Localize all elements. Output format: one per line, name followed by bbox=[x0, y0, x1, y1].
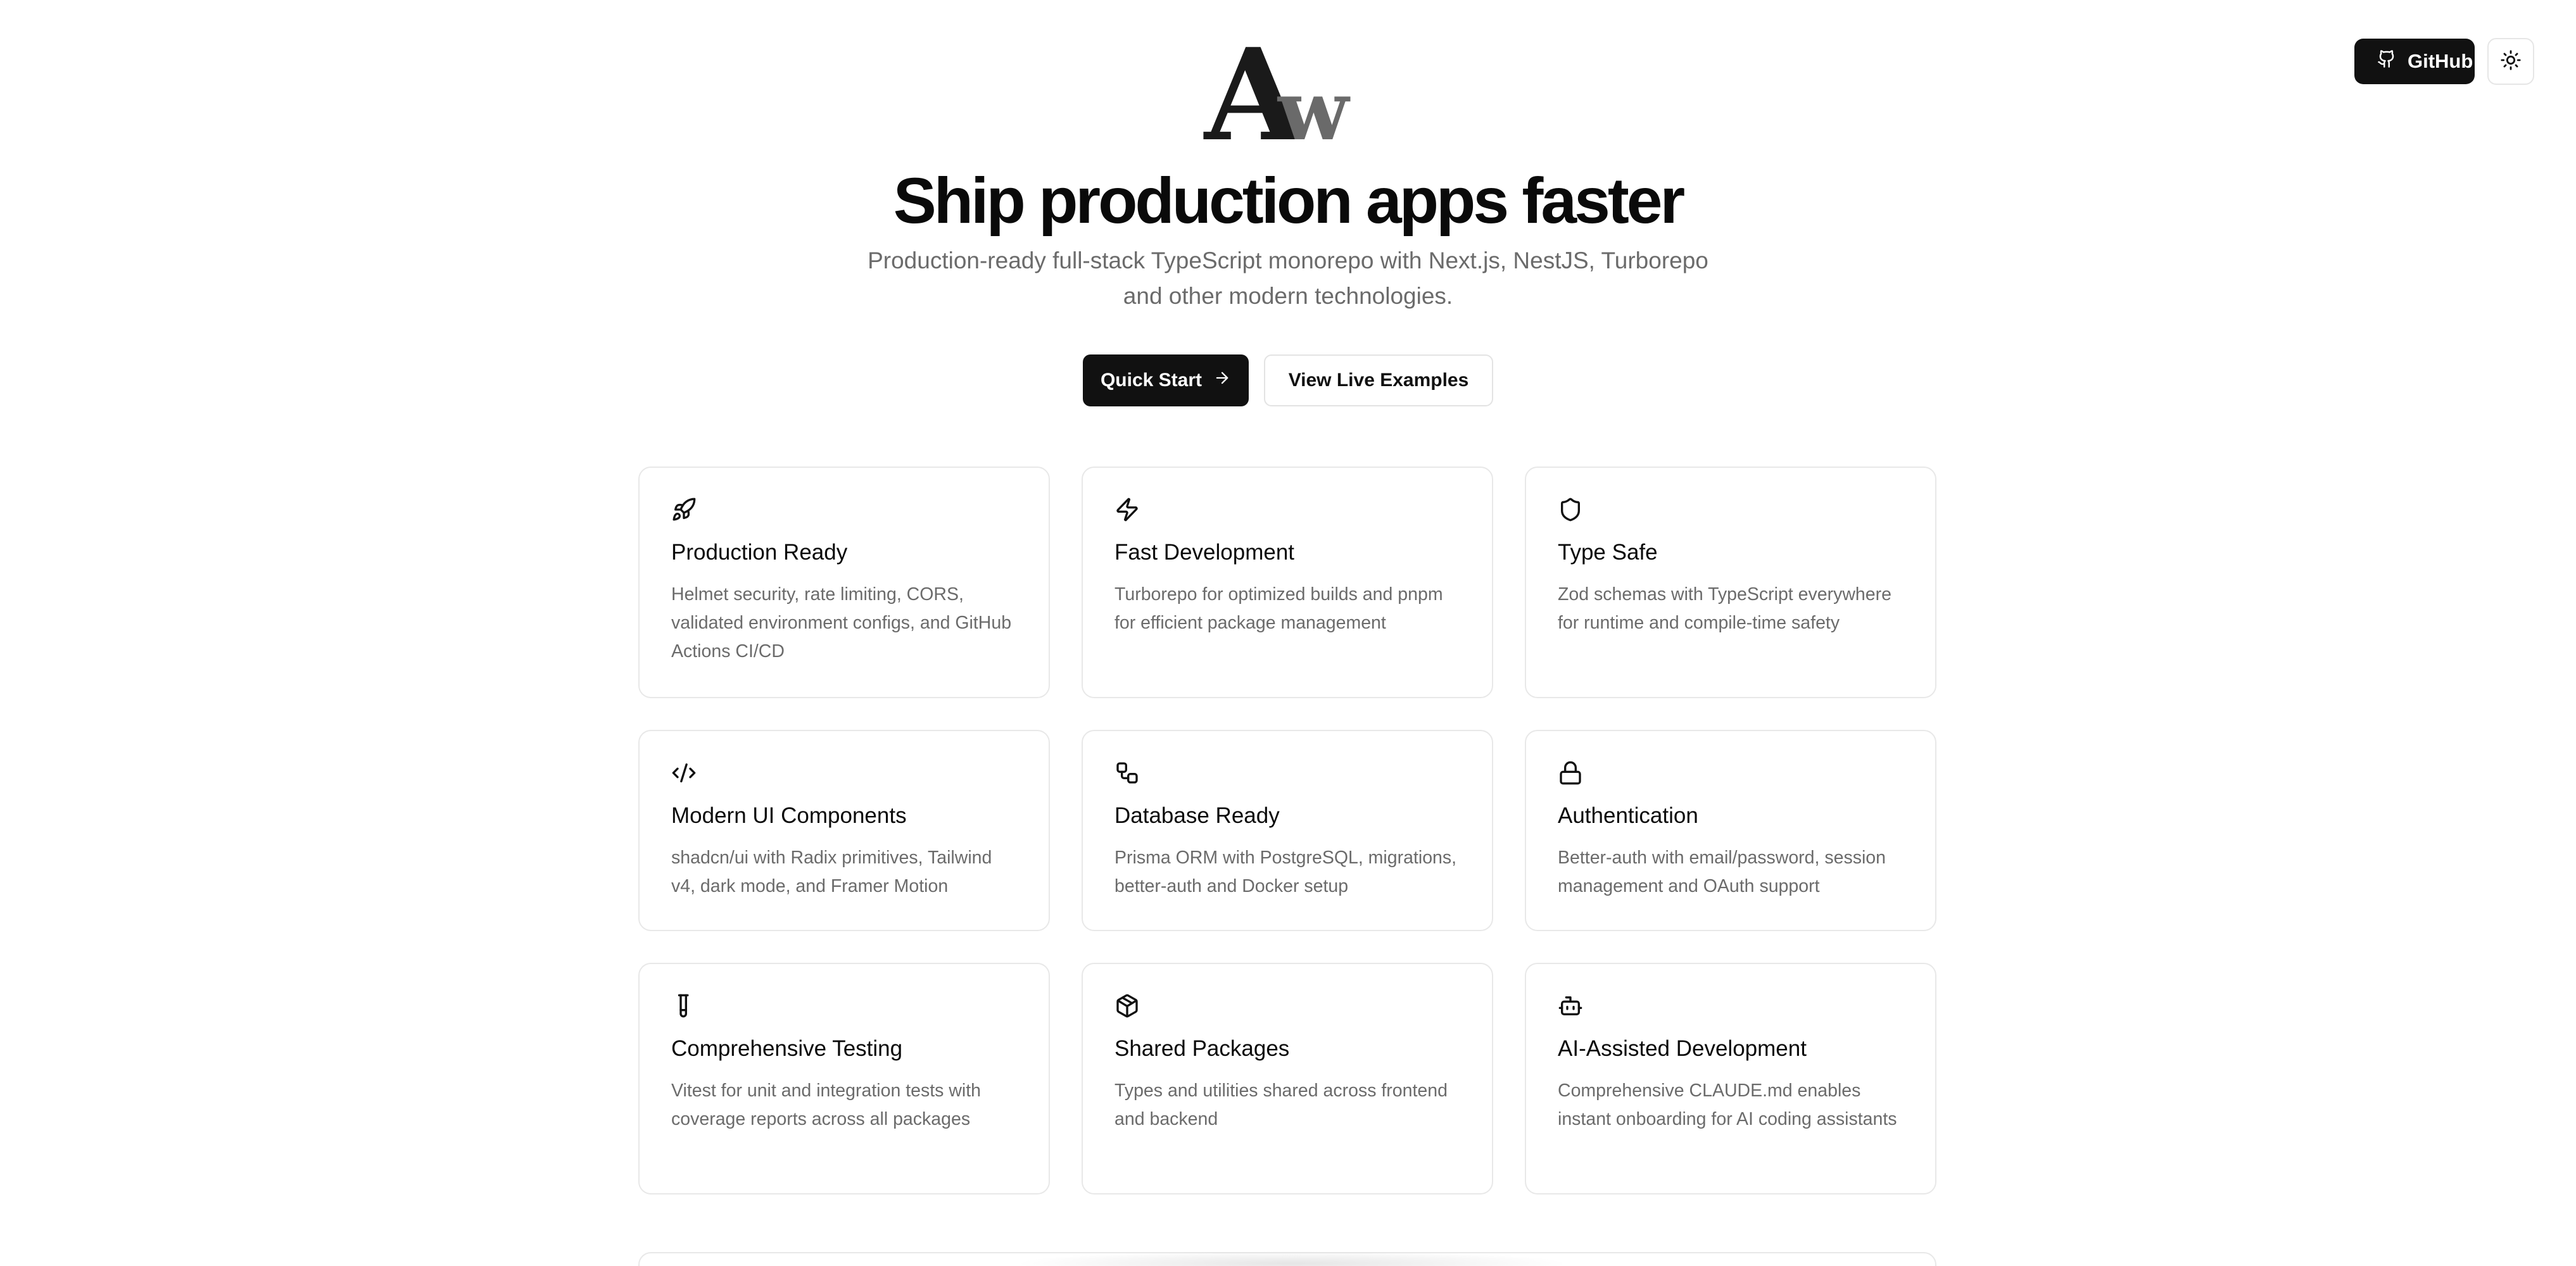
rocket-icon bbox=[671, 497, 697, 522]
feature-description: Vitest for unit and integration tests wi… bbox=[671, 1081, 981, 1129]
scroll-shadow bbox=[1013, 1251, 1570, 1266]
feature-card: Comprehensive Testing Vitest for unit an… bbox=[638, 963, 1050, 1194]
top-actions: GitHub bbox=[2354, 38, 2534, 85]
feature-description: Prisma ORM with PostgreSQL, migrations, … bbox=[1114, 848, 1457, 896]
view-live-examples-label: View Live Examples bbox=[1288, 370, 1469, 391]
package-icon bbox=[1114, 993, 1140, 1018]
feature-card: Database Ready Prisma ORM with PostgreSQ… bbox=[1082, 730, 1493, 931]
brand-logo: A w bbox=[1203, 21, 1374, 170]
feature-description: Better-auth with email/password, session… bbox=[1558, 848, 1886, 896]
feature-title: Comprehensive Testing bbox=[671, 1036, 903, 1061]
feature-card: Type Safe Zod schemas with TypeScript ev… bbox=[1525, 467, 1936, 698]
feature-card: Fast Development Turborepo for optimized… bbox=[1082, 467, 1493, 698]
feature-card: Authentication Better-auth with email/pa… bbox=[1525, 730, 1936, 931]
bot-icon bbox=[1558, 993, 1583, 1018]
feature-description: Zod schemas with TypeScript everywhere f… bbox=[1558, 584, 1891, 633]
github-icon bbox=[2377, 49, 2396, 73]
feature-card: Modern UI Components shadcn/ui with Radi… bbox=[638, 730, 1050, 931]
feature-title: Shared Packages bbox=[1114, 1036, 1290, 1061]
feature-card: Production Ready Helmet security, rate l… bbox=[638, 467, 1050, 698]
hero-subtitle-line-1: Production-ready full-stack TypeScript m… bbox=[868, 248, 1708, 273]
feature-card: AI-Assisted Development Comprehensive CL… bbox=[1525, 963, 1936, 1194]
sun-icon bbox=[2500, 49, 2522, 74]
page-title: Ship production apps faster bbox=[893, 165, 1685, 237]
feature-description: Turborepo for optimized builds and pnpm … bbox=[1114, 584, 1443, 633]
feature-title: Type Safe bbox=[1558, 540, 1658, 565]
github-label: GitHub bbox=[2408, 50, 2473, 72]
feature-description: shadcn/ui with Radix primitives, Tailwin… bbox=[671, 848, 992, 896]
shield-icon bbox=[1558, 497, 1583, 522]
quick-start-button[interactable]: Quick Start bbox=[1083, 354, 1249, 406]
feature-description: Comprehensive CLAUDE.md enables instant … bbox=[1558, 1081, 1897, 1129]
feature-card: Shared Packages Types and utilities shar… bbox=[1082, 963, 1493, 1194]
view-live-examples-button[interactable]: View Live Examples bbox=[1264, 354, 1493, 406]
feature-title: Database Ready bbox=[1114, 803, 1280, 828]
database-shapes-icon bbox=[1114, 760, 1140, 786]
hero-subtitle: Production-ready full-stack TypeScript m… bbox=[861, 243, 1715, 314]
feature-title: Fast Development bbox=[1114, 540, 1295, 565]
test-tube-icon bbox=[671, 993, 697, 1018]
feature-title: Authentication bbox=[1558, 803, 1698, 828]
lock-icon bbox=[1558, 760, 1583, 786]
landing-page: GitHub A w Ship production apps faster P… bbox=[0, 0, 2576, 1266]
cta-row: Quick Start View Live Examples bbox=[0, 354, 2576, 406]
theme-toggle-button[interactable] bbox=[2487, 38, 2534, 85]
code-icon bbox=[671, 760, 697, 786]
github-button[interactable]: GitHub bbox=[2354, 39, 2475, 84]
feature-description: Types and utilities shared across fronte… bbox=[1114, 1081, 1448, 1129]
arrow-right-icon bbox=[1213, 369, 1231, 392]
feature-title: Production Ready bbox=[671, 540, 848, 565]
lightning-icon bbox=[1114, 497, 1140, 522]
feature-title: AI-Assisted Development bbox=[1558, 1036, 1807, 1061]
svg-text:w: w bbox=[1277, 62, 1351, 146]
feature-title: Modern UI Components bbox=[671, 803, 907, 828]
hero-subtitle-line-2: and other modern technologies. bbox=[1123, 283, 1453, 309]
quick-start-label: Quick Start bbox=[1100, 370, 1203, 391]
features-grid: Production Ready Helmet security, rate l… bbox=[638, 467, 1936, 1194]
feature-description: Helmet security, rate limiting, CORS, va… bbox=[671, 584, 1012, 661]
